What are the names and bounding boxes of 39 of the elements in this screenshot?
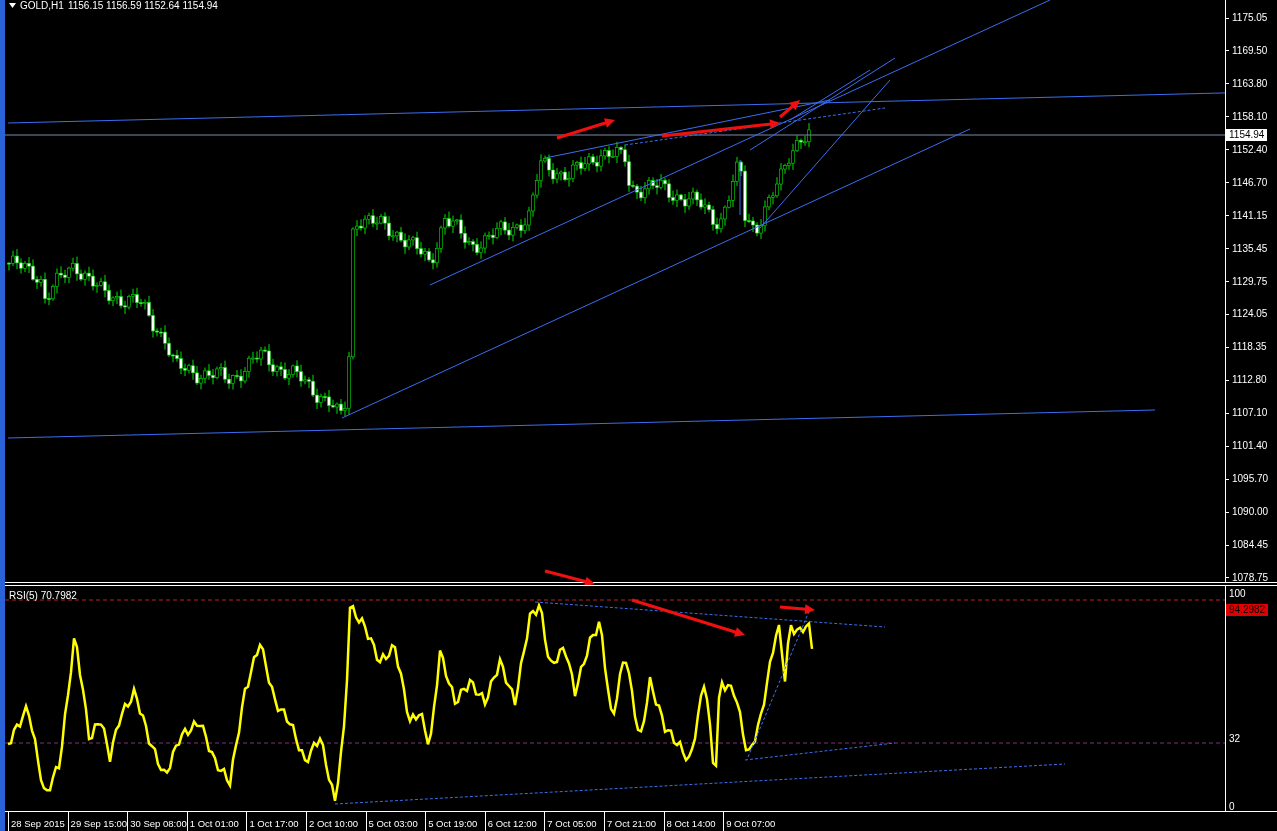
indicator-axis-label: 32 <box>1229 732 1241 745</box>
time-label: 1 Oct 17:00 <box>249 818 299 830</box>
price-label: 1090.00 <box>1232 506 1269 519</box>
price-label: 1169.50 <box>1232 44 1268 57</box>
ohlc-values: 1156.15 1156.59 1152.64 1154.94 <box>67 0 218 11</box>
price-label: 1101.40 <box>1232 440 1268 453</box>
price-label: 1084.45 <box>1232 539 1269 551</box>
price-label: 1112.80 <box>1232 374 1267 387</box>
price-label: 1141.15 <box>1232 209 1268 222</box>
indicator-axis-label: 100 <box>1229 588 1246 600</box>
time-label: 30 Sep 08:00 <box>130 818 187 830</box>
time-label: 29 Sep 15:00 <box>70 818 128 830</box>
time-label: 1 Oct 01:00 <box>189 818 239 830</box>
price-label: 1118.35 <box>1232 341 1267 354</box>
indicator-axis-label: 0 <box>1229 801 1235 813</box>
time-label: 9 Oct 07:00 <box>726 818 776 830</box>
time-label: 7 Oct 21:00 <box>606 818 657 830</box>
time-label: 2 Oct 10:00 <box>308 818 359 830</box>
price-label: 1152.40 <box>1232 143 1268 156</box>
value-badge: 94.2982 <box>1226 604 1269 617</box>
time-label: 28 Sep 2015 <box>11 818 65 830</box>
price-label: 1175.05 <box>1232 12 1268 24</box>
price-label: 1129.75 <box>1232 275 1268 288</box>
price-label: 1095.70 <box>1232 473 1269 486</box>
price-label: 1124.05 <box>1232 308 1268 321</box>
price-label: 1146.70 <box>1232 176 1268 189</box>
indicator-title: RSI(5) 70.7982 <box>9 590 77 601</box>
time-label: 8 Oct 14:00 <box>666 818 716 830</box>
time-label: 5 Oct 03:00 <box>368 818 418 830</box>
time-label: 6 Oct 12:00 <box>487 818 537 830</box>
time-label: 5 Oct 19:00 <box>428 818 478 830</box>
price-label: 1158.10 <box>1232 110 1268 123</box>
price-label: 1163.80 <box>1232 77 1268 90</box>
price-label: 1107.10 <box>1232 407 1268 420</box>
time-label: 7 Oct 05:00 <box>547 818 597 830</box>
price-label: 1135.45 <box>1232 242 1268 255</box>
symbol-label: GOLD,H1 <box>20 0 64 11</box>
current-price-label: 1154.94 <box>1226 129 1268 141</box>
price-label: 1078.75 <box>1232 571 1269 584</box>
